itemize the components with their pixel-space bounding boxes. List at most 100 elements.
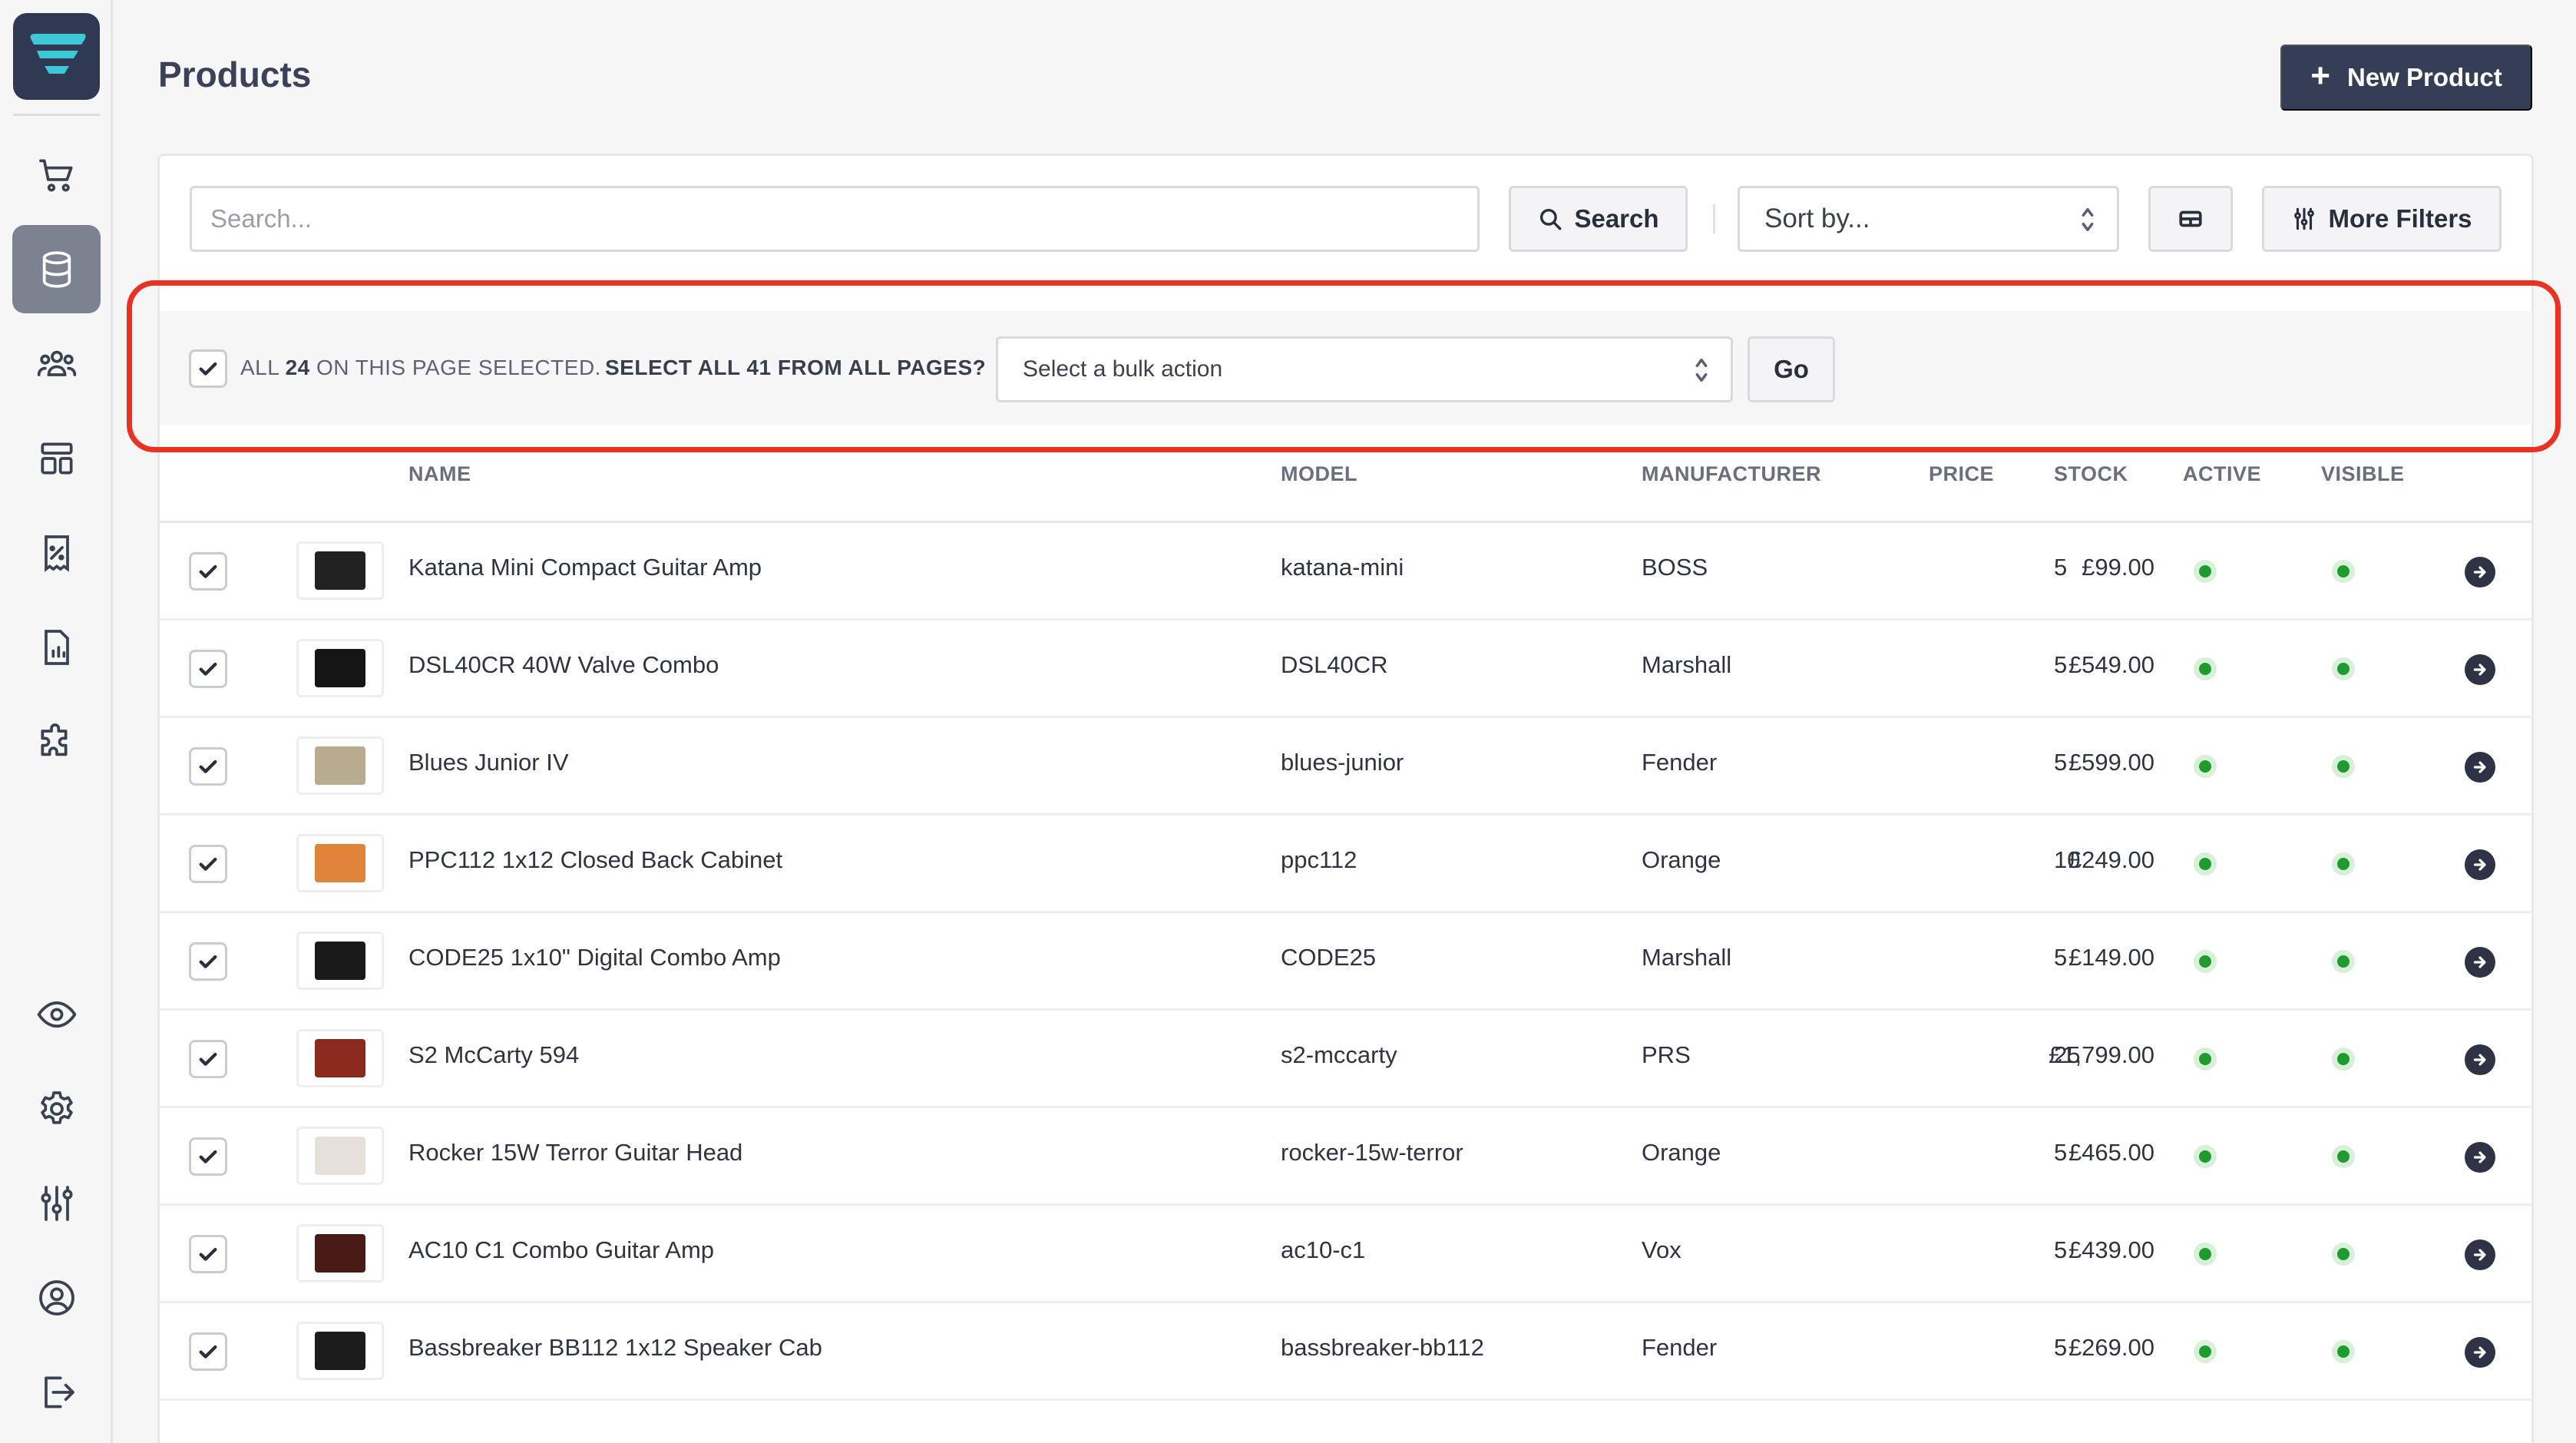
row-checkbox[interactable] [189,650,227,688]
table-row[interactable]: Rocker 15W Terror Guitar Head rocker-15w-… [160,1108,2532,1206]
row-checkbox[interactable] [189,942,227,981]
table-row[interactable]: CODE25 1x10" Digital Combo Amp CODE25 Mars… [160,913,2532,1011]
product-name[interactable]: Rocker 15W Terror Guitar Head [408,1139,742,1167]
column-header-model[interactable]: MODEL [1281,462,1357,486]
product-thumbnail[interactable] [296,1029,384,1087]
product-thumbnail[interactable] [296,834,384,892]
table-row[interactable]: DSL40CR 40W Valve Combo DSL40CR Marshall £5… [160,621,2532,718]
active-status-dot [2194,950,2217,973]
product-thumbnail[interactable] [296,541,384,600]
search-button[interactable]: Search [1509,186,1688,252]
sidebar-item-customers[interactable] [12,319,101,408]
table-view-button[interactable] [2148,186,2233,252]
sidebar-item-adjustments[interactable] [12,1159,101,1247]
row-checkbox[interactable] [189,1332,227,1371]
row-checkbox[interactable] [189,552,227,591]
sidebar-item-orders[interactable] [12,131,101,219]
product-model: ac10-c1 [1281,1236,1366,1263]
product-name[interactable]: Blues Junior IV [408,749,569,776]
column-header-manufacturer[interactable]: MANUFACTURER [1642,462,1821,486]
column-header-price[interactable]: PRICE [1929,462,1994,486]
table-row[interactable]: Bassbreaker BB112 1x12 Speaker Cab bassbr… [160,1303,2532,1401]
sidebar-item-products[interactable] [12,225,101,313]
product-stock: 5 [2054,1139,2068,1166]
plus-icon: + [2310,57,2330,94]
row-checkbox[interactable] [189,845,227,883]
column-header-stock[interactable]: STOCK [2054,462,2128,486]
product-thumbnail[interactable] [296,1224,384,1282]
sort-select-value: Sort by... [1764,204,1870,233]
active-status-dot [2194,1340,2217,1363]
column-header-name[interactable]: NAME [408,462,471,486]
new-product-button[interactable]: + New Product [2280,45,2532,111]
open-product-button[interactable] [2465,752,2495,783]
open-product-button[interactable] [2465,1239,2495,1270]
sidebar-item-extensions[interactable] [12,697,101,786]
select-all-checkbox[interactable] [189,349,227,388]
arrow-right-icon [2473,664,2486,676]
table-row[interactable]: AC10 C1 Combo Guitar Amp ac10-c1 Vox £439.0… [160,1206,2532,1303]
product-thumbnail[interactable] [296,1127,384,1185]
select-all-pages-link[interactable]: SELECT ALL 41 FROM ALL PAGES? [605,356,986,380]
search-input[interactable] [190,186,1480,252]
sort-select[interactable]: Sort by... [1738,186,2119,252]
product-model: s2-mccarty [1281,1041,1397,1068]
arrow-right-icon [2473,1054,2486,1066]
product-manufacturer: Marshall [1642,944,1732,971]
product-name[interactable]: DSL40CR 40W Valve Combo [408,651,719,679]
column-header-visible[interactable]: VISIBLE [2321,462,2405,486]
product-name[interactable]: AC10 C1 Combo Guitar Amp [408,1236,714,1264]
open-product-button[interactable] [2465,1337,2495,1368]
table-row[interactable]: PPC112 1x12 Closed Back Cabinet ppc112 Ora… [160,816,2532,913]
product-thumbnail[interactable] [296,639,384,697]
open-product-button[interactable] [2465,849,2495,880]
row-checkbox[interactable] [189,1235,227,1273]
sidebar-item-preview[interactable] [12,970,101,1058]
product-thumbnail[interactable] [296,736,384,795]
active-status-dot [2194,657,2217,680]
bulk-go-label: Go [1774,355,1809,383]
row-checkbox[interactable] [189,747,227,786]
toolbar-divider [1713,204,1715,233]
product-name[interactable]: Bassbreaker BB112 1x12 Speaker Cab [408,1334,822,1362]
sidebar-item-logout[interactable] [12,1348,101,1436]
sidebar-item-account[interactable] [12,1253,101,1342]
product-name[interactable]: PPC112 1x12 Closed Back Cabinet [408,846,782,874]
bulk-go-button[interactable]: Go [1748,336,1835,402]
product-name[interactable]: S2 McCarty 594 [408,1041,579,1069]
product-image [315,1039,365,1077]
visible-status-dot [2332,950,2355,973]
product-thumbnail[interactable] [296,1322,384,1380]
open-product-button[interactable] [2465,1044,2495,1075]
product-name[interactable]: CODE25 1x10" Digital Combo Amp [408,944,781,971]
sidebar-item-settings[interactable] [12,1064,101,1153]
product-thumbnail[interactable] [296,932,384,990]
table-row[interactable]: Katana Mini Compact Guitar Amp katana-min… [160,523,2532,621]
check-icon [199,955,217,968]
column-header-active[interactable]: ACTIVE [2183,462,2261,486]
open-product-button[interactable] [2465,654,2495,685]
table-row[interactable]: Blues Junior IV blues-junior Fender £599.00… [160,718,2532,816]
row-checkbox[interactable] [189,1137,227,1176]
product-manufacturer: PRS [1642,1041,1691,1068]
row-checkbox[interactable] [189,1040,227,1078]
users-icon [37,350,76,376]
product-model: blues-junior [1281,749,1404,776]
product-name[interactable]: Katana Mini Compact Guitar Amp [408,554,762,581]
product-stock: 5 [2054,651,2068,678]
open-product-button[interactable] [2465,557,2495,587]
arrow-right-icon [2473,956,2486,968]
active-status-dot [2194,1145,2217,1168]
table-row[interactable]: S2 McCarty 594 s2-mccarty PRS £1,799.00 25 [160,1011,2532,1108]
open-product-button[interactable] [2465,947,2495,978]
layout-icon [40,442,73,475]
app-logo[interactable] [13,13,100,100]
sidebar-item-layout[interactable] [12,414,101,502]
sidebar-item-discounts[interactable] [12,508,101,597]
sidebar-item-reports[interactable] [12,603,101,691]
search-icon [1540,208,1562,230]
more-filters-button[interactable]: More Filters [2262,186,2502,252]
eye-icon [37,1001,76,1028]
bulk-action-select[interactable]: Select a bulk action [996,336,1733,402]
open-product-button[interactable] [2465,1142,2495,1173]
